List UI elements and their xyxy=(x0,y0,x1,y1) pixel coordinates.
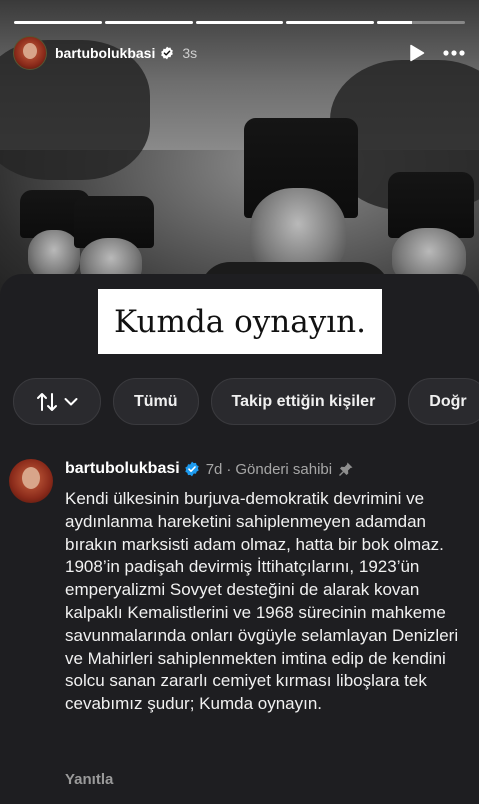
filter-all[interactable]: Tümü xyxy=(113,378,199,425)
sort-button[interactable] xyxy=(13,378,101,425)
author-badge: Gönderi sahibi xyxy=(235,460,333,478)
story-header: bartubolukbasi 3s xyxy=(13,36,465,70)
comment-filters: Tümü Takip ettiğin kişiler Doğr xyxy=(13,378,479,425)
comment-age: 7d xyxy=(205,460,223,478)
more-options-button[interactable] xyxy=(443,50,465,56)
play-icon xyxy=(410,44,425,62)
verified-icon xyxy=(161,46,174,60)
more-icon xyxy=(443,50,465,56)
pin-icon xyxy=(339,462,353,476)
story-username[interactable]: bartubolukbasi xyxy=(55,45,155,61)
comment-text: Kendi ülkesinin burjuva-demokratik devri… xyxy=(65,489,459,714)
progress-segment xyxy=(14,21,102,24)
comment-avatar[interactable] xyxy=(9,459,53,503)
chevron-down-icon xyxy=(64,397,78,405)
comment-username[interactable]: bartubolukbasi xyxy=(65,460,180,478)
story-time: 3s xyxy=(182,45,198,61)
reply-button[interactable]: Yanıtla xyxy=(65,771,113,788)
filter-following[interactable]: Takip ettiğin kişiler xyxy=(210,378,397,425)
story-caption: Kumda oynayın. xyxy=(98,289,382,354)
sort-icon xyxy=(37,392,57,411)
story-progress xyxy=(14,21,465,24)
avatar[interactable] xyxy=(13,36,47,70)
verified-icon xyxy=(185,461,199,477)
meta-separator: · xyxy=(226,460,232,478)
progress-segment xyxy=(195,21,284,24)
filter-partial[interactable]: Doğr xyxy=(408,378,479,425)
comment-header: bartubolukbasi 7d · Gönderi sahibi xyxy=(65,460,354,478)
play-button[interactable] xyxy=(409,44,425,62)
progress-segment xyxy=(286,21,375,24)
progress-segment xyxy=(377,21,465,24)
caption-text: Kumda oynayın. xyxy=(114,303,366,340)
progress-segment xyxy=(104,21,193,24)
